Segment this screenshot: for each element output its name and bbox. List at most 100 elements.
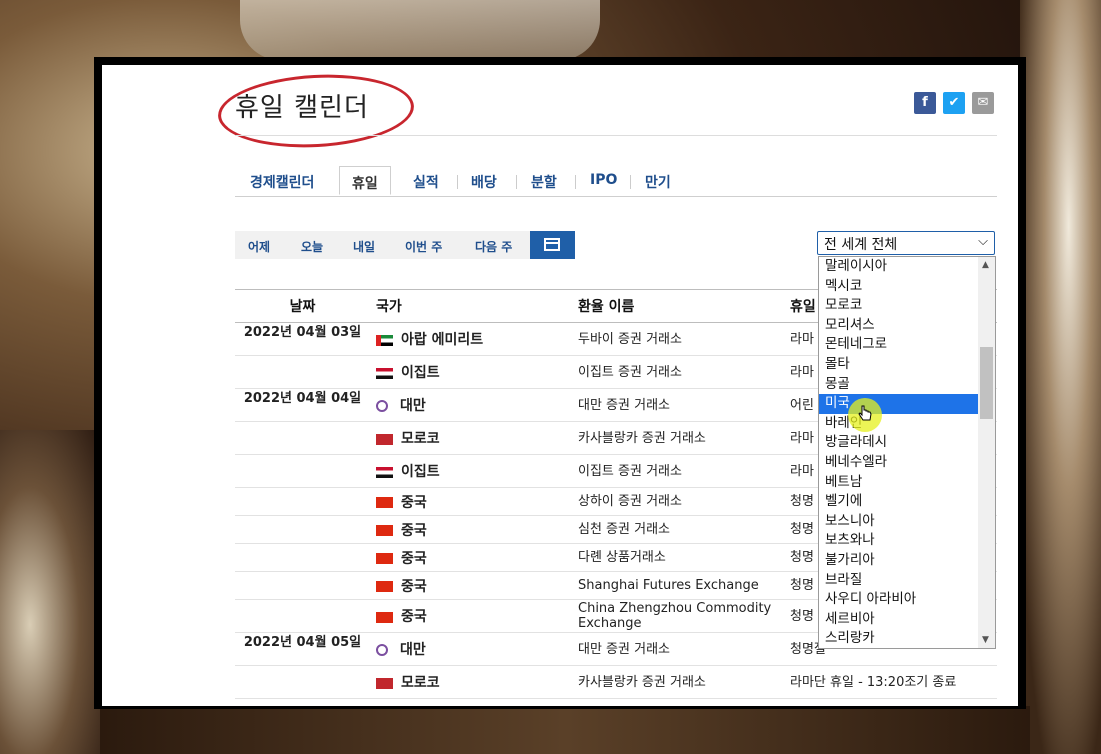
egypt-flag-icon bbox=[376, 466, 393, 478]
country-cell[interactable]: 중국 bbox=[370, 571, 577, 600]
title-divider bbox=[235, 135, 997, 136]
exchange-cell: 상하이 증권 거래소 bbox=[577, 487, 789, 516]
dropdown-option-selected[interactable]: 미국 bbox=[819, 394, 995, 414]
exchange-cell: Shanghai Futures Exchange bbox=[577, 571, 789, 600]
country-cell[interactable]: 이집트 bbox=[370, 454, 577, 488]
tab-separator bbox=[516, 175, 517, 189]
date-cell bbox=[235, 454, 370, 488]
country-cell[interactable]: 대만 bbox=[370, 388, 577, 422]
date-cell bbox=[235, 355, 370, 389]
dropdown-option[interactable]: 바레인 bbox=[819, 414, 995, 434]
region-select-value: 전 세계 전체 bbox=[824, 237, 898, 253]
col-date: 날짜 bbox=[235, 289, 370, 323]
dropdown-option[interactable]: 멕시코 bbox=[819, 277, 995, 297]
china-flag-icon bbox=[376, 581, 393, 592]
dropdown-option[interactable]: 벨기에 bbox=[819, 492, 995, 512]
date-cell bbox=[235, 665, 370, 699]
dropdown-option[interactable]: 불가리아 bbox=[819, 551, 995, 571]
country-cell[interactable]: 중국 bbox=[370, 543, 577, 572]
china-flag-icon bbox=[376, 553, 393, 564]
country-name: 중국 bbox=[401, 578, 427, 595]
calendar-picker-button[interactable] bbox=[530, 231, 575, 259]
tab-ipo[interactable]: IPO bbox=[590, 172, 617, 188]
scroll-up-icon[interactable]: ▲ bbox=[982, 260, 989, 270]
filter-today[interactable]: 오늘 bbox=[301, 238, 323, 255]
region-dropdown-list[interactable]: 말레이시아 멕시코 모로코 모리셔스 몬테네그로 몰타 몽골 미국 바레인 방글… bbox=[818, 256, 996, 649]
tab-separator bbox=[630, 175, 631, 189]
tab-separator bbox=[575, 175, 576, 189]
facebook-share-icon[interactable]: f bbox=[914, 92, 936, 114]
country-name: 모로코 bbox=[401, 431, 440, 447]
exchange-cell: 다롄 상품거래소 bbox=[577, 543, 789, 572]
tab-expiration[interactable]: 만기 bbox=[645, 172, 671, 192]
morocco-flag-icon bbox=[376, 677, 393, 689]
dropdown-option[interactable]: 세르비아 bbox=[819, 610, 995, 630]
scrollbar-thumb[interactable] bbox=[980, 347, 993, 419]
background-bottom bbox=[100, 706, 1030, 754]
dropdown-option[interactable]: 베네수엘라 bbox=[819, 453, 995, 473]
calendar-tabs: 경제캘린더 휴일 실적 배당 분할 IPO 만기 bbox=[235, 166, 997, 197]
taiwan-flag-icon bbox=[376, 400, 388, 412]
tab-dividends[interactable]: 배당 bbox=[471, 172, 497, 192]
country-cell[interactable]: 모로코 bbox=[370, 665, 577, 699]
date-cell: 2022년 04월 05일 bbox=[235, 632, 370, 666]
dropdown-option[interactable]: 브라질 bbox=[819, 571, 995, 591]
dropdown-option[interactable]: 보츠와나 bbox=[819, 531, 995, 551]
country-cell[interactable]: 아랍 에미리트 bbox=[370, 322, 577, 356]
col-exchange: 환율 이름 bbox=[577, 289, 789, 323]
country-cell[interactable]: 모로코 bbox=[370, 421, 577, 455]
date-cell: 2022년 04월 03일 bbox=[235, 322, 370, 356]
region-select[interactable]: 전 세계 전체 ⌵ bbox=[817, 231, 995, 255]
tab-holiday[interactable]: 휴일 bbox=[339, 166, 391, 195]
dropdown-option[interactable]: 방글라데시 bbox=[819, 433, 995, 453]
filter-this-week[interactable]: 이번 주 bbox=[405, 238, 442, 255]
dropdown-option[interactable]: 베트남 bbox=[819, 473, 995, 493]
email-share-icon[interactable]: ✉ bbox=[972, 92, 994, 114]
date-cell bbox=[235, 421, 370, 455]
dropdown-scrollbar[interactable]: ▲ ▼ bbox=[978, 257, 995, 648]
filter-yesterday[interactable]: 어제 bbox=[248, 238, 270, 255]
exchange-cell: 이집트 증권 거래소 bbox=[577, 355, 789, 389]
date-filter-bar: 어제 오늘 내일 이번 주 다음 주 bbox=[235, 231, 575, 259]
date-cell bbox=[235, 515, 370, 544]
morocco-flag-icon bbox=[376, 433, 393, 445]
exchange-cell: 이집트 증권 거래소 bbox=[577, 454, 789, 488]
background-glass-top bbox=[240, 0, 600, 60]
exchange-cell: 카사블랑카 증권 거래소 bbox=[577, 665, 789, 699]
title-highlight-circle bbox=[216, 69, 416, 153]
date-cell bbox=[235, 599, 370, 633]
tab-splits[interactable]: 분할 bbox=[531, 172, 557, 192]
country-cell[interactable]: 중국 bbox=[370, 599, 577, 633]
country-name: 중국 bbox=[401, 522, 427, 539]
dropdown-option[interactable]: 스리랑카 bbox=[819, 629, 995, 648]
egypt-flag-icon bbox=[376, 367, 393, 379]
col-country: 국가 bbox=[370, 289, 577, 323]
hand-pointer-icon bbox=[858, 405, 872, 421]
exchange-cell: 두바이 증권 거래소 bbox=[577, 322, 789, 356]
dropdown-option[interactable]: 보스니아 bbox=[819, 512, 995, 532]
country-name: 이집트 bbox=[401, 464, 440, 480]
tab-economic[interactable]: 경제캘린더 bbox=[250, 172, 314, 192]
dropdown-option[interactable]: 말레이시아 bbox=[819, 257, 995, 277]
dropdown-option[interactable]: 모리셔스 bbox=[819, 316, 995, 336]
country-name: 대만 bbox=[400, 398, 426, 414]
scroll-down-icon[interactable]: ▼ bbox=[982, 635, 989, 645]
country-name: 중국 bbox=[401, 494, 427, 511]
dropdown-option[interactable]: 몽골 bbox=[819, 375, 995, 395]
country-cell[interactable]: 대만 bbox=[370, 632, 577, 666]
filter-tomorrow[interactable]: 내일 bbox=[353, 238, 375, 255]
dropdown-option[interactable]: 몬테네그로 bbox=[819, 335, 995, 355]
filter-next-week[interactable]: 다음 주 bbox=[475, 238, 512, 255]
dropdown-option[interactable]: 모로코 bbox=[819, 296, 995, 316]
country-cell[interactable]: 중국 bbox=[370, 487, 577, 516]
country-cell[interactable]: 이집트 bbox=[370, 355, 577, 389]
dropdown-option[interactable]: 사우디 아라비아 bbox=[819, 590, 995, 610]
background-glass-left bbox=[0, 430, 100, 754]
country-name: 아랍 에미리트 bbox=[401, 332, 484, 348]
country-name: 이집트 bbox=[401, 365, 440, 381]
tab-earnings[interactable]: 실적 bbox=[413, 172, 439, 192]
date-cell: 2022년 04월 04일 bbox=[235, 388, 370, 422]
twitter-share-icon[interactable]: ✔ bbox=[943, 92, 965, 114]
dropdown-option[interactable]: 몰타 bbox=[819, 355, 995, 375]
country-cell[interactable]: 중국 bbox=[370, 515, 577, 544]
